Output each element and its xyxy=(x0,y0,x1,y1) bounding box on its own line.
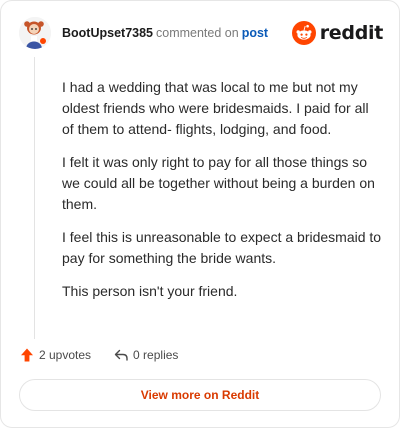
comment-body: I had a wedding that was local to me but… xyxy=(62,77,382,314)
upvote-arrow-icon xyxy=(21,348,33,362)
reply-count: 0 replies xyxy=(133,348,179,362)
post-link[interactable]: post xyxy=(242,26,268,40)
avatar[interactable] xyxy=(19,17,51,49)
thread-line xyxy=(34,57,35,339)
comment-paragraph: I feel this is unreasonable to expect a … xyxy=(62,229,382,266)
comment-footer: 2 upvotes 0 replies xyxy=(19,345,178,365)
view-more-button[interactable]: View more on Reddit xyxy=(19,379,381,411)
avatar-icon xyxy=(19,17,51,49)
commented-on-text: commented on xyxy=(156,26,239,40)
comment-paragraph: I felt it was only right to pay for all … xyxy=(62,154,375,212)
username-link[interactable]: BootUpset7385 xyxy=(62,26,153,40)
reply-button[interactable]: 0 replies xyxy=(113,347,178,363)
reddit-logo[interactable]: reddit xyxy=(291,19,384,47)
reddit-comment-embed: BootUpset7385 commented on post reddit I h… xyxy=(0,0,400,428)
reddit-wordmark: reddit xyxy=(319,22,384,44)
reddit-snoo-icon xyxy=(291,21,316,45)
comment-header: BootUpset7385 commented on post reddit xyxy=(19,17,383,49)
comment-paragraph: I had a wedding that was local to me but… xyxy=(62,79,369,137)
comment-paragraph: This person isn't your friend. xyxy=(62,283,238,299)
upvote-count: 2 upvotes xyxy=(39,348,92,362)
commenter-line: BootUpset7385 commented on post xyxy=(62,26,268,40)
reply-arrow-icon xyxy=(114,349,128,361)
upvote-button[interactable]: 2 upvotes xyxy=(19,347,91,363)
